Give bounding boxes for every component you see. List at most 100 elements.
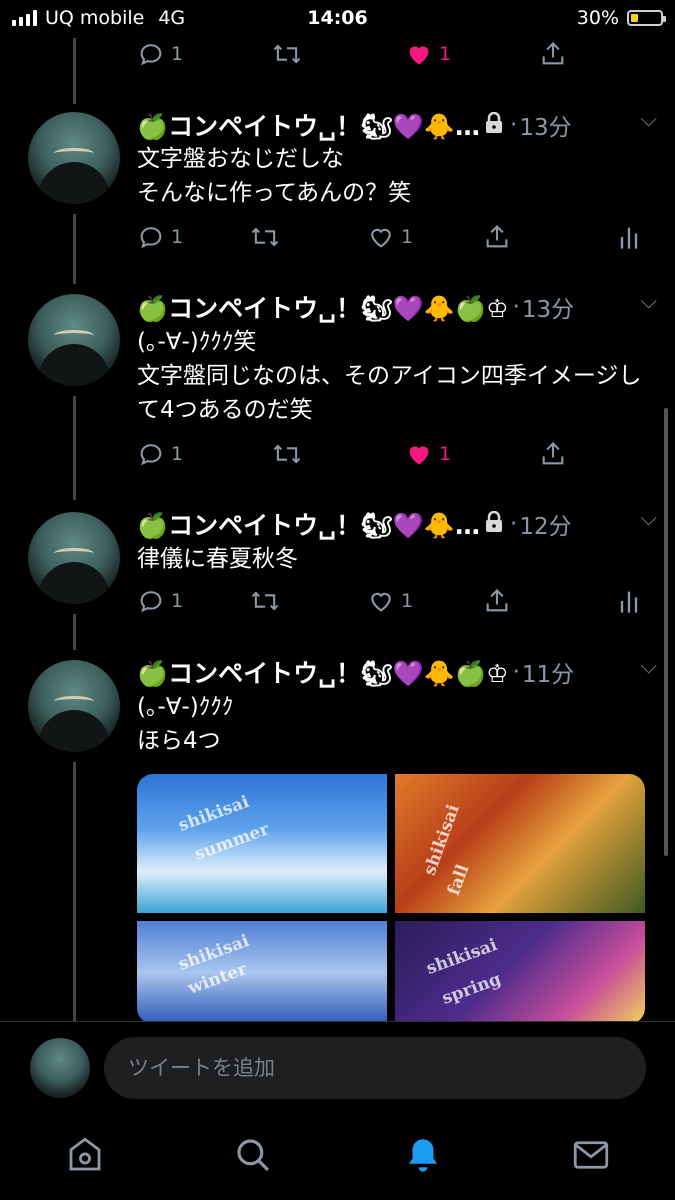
media-image-summer[interactable]: shikisai summer <box>137 774 387 913</box>
scrollbar[interactable] <box>664 408 668 856</box>
separator-dot: · <box>512 659 520 685</box>
share-icon <box>542 442 564 465</box>
share-button[interactable] <box>483 587 511 615</box>
tweet-text: 律儀に春夏秋冬 <box>137 546 298 572</box>
battery-icon <box>627 10 666 26</box>
tab-notifications[interactable] <box>402 1134 444 1180</box>
avatar[interactable] <box>28 112 120 204</box>
messages-icon <box>573 1141 609 1169</box>
retweet-icon <box>273 444 301 464</box>
display-name[interactable]: 🍏コンペイトウ␣！🐿💜🐥… <box>137 506 480 542</box>
display-name[interactable]: 🍏コンペイトウ␣！🐿💜🐥… <box>137 107 480 143</box>
chevron-down-icon[interactable]: ⌵ <box>640 107 657 132</box>
reply-count: 1 <box>171 226 184 248</box>
heart-filled-icon <box>409 446 429 465</box>
tweet-time: 13分 <box>519 115 572 141</box>
tab-bar <box>0 1114 675 1200</box>
media-image-winter[interactable]: shikisai winter <box>137 921 387 1024</box>
chevron-down-icon[interactable]: ⌵ <box>640 506 657 531</box>
share-icon <box>542 42 564 65</box>
avatar[interactable] <box>28 512 120 604</box>
share-button[interactable] <box>539 40 567 68</box>
search-icon <box>237 1139 269 1171</box>
like-button[interactable]: 1 <box>405 40 451 68</box>
like-button[interactable]: 1 <box>405 440 451 468</box>
tweet-text: (｡-∀-)ｸｸｸ ほら4つ <box>137 694 234 754</box>
tweet-text: 文字盤おなじだしな そんなに作ってあんの？笑 <box>137 146 412 206</box>
tab-messages[interactable] <box>570 1134 612 1180</box>
like-button[interactable]: 1 <box>367 587 413 615</box>
retweet-icon <box>251 591 279 611</box>
share-icon <box>486 225 508 248</box>
retweet-icon <box>273 44 301 64</box>
lock-icon <box>484 111 504 138</box>
reply-count: 1 <box>171 590 184 612</box>
reply-button[interactable]: 1 <box>137 223 183 251</box>
tweet-actions: 1 1 <box>137 587 657 623</box>
heart-filled-icon <box>409 46 429 65</box>
retweet-button[interactable] <box>271 440 303 468</box>
reply-button[interactable]: 1 <box>137 40 183 68</box>
display-name[interactable]: 🍏コンペイトウ␣！🐿💜🐥🍏♔ <box>137 654 509 690</box>
share-button[interactable] <box>483 223 511 251</box>
status-bar: UQ mobile 4G 14:06 30% <box>0 0 675 38</box>
retweet-button[interactable] <box>249 587 281 615</box>
thread-line <box>73 614 76 650</box>
tweet-time: 13分 <box>521 297 575 323</box>
tweet-actions: 1 1 <box>137 440 657 476</box>
thread-line <box>73 762 76 1022</box>
tweet-header: 🍏コンペイトウ␣！🐿💜🐥🍏♔ · 13分 ⌵ <box>137 287 657 327</box>
separator-dot: · <box>510 112 518 138</box>
battery-percent: 30% <box>576 7 619 29</box>
reply-count: 1 <box>171 43 184 65</box>
share-icon <box>486 589 508 612</box>
separator-dot: · <box>510 511 518 537</box>
media-grid[interactable]: shikisai summer shikisai fall shikisai w… <box>137 774 645 1024</box>
like-count: 1 <box>401 590 414 612</box>
like-button[interactable]: 1 <box>367 223 413 251</box>
analytics-icon <box>620 227 638 249</box>
chevron-down-icon[interactable]: ⌵ <box>640 654 657 679</box>
reply-button[interactable]: 1 <box>137 587 183 615</box>
tab-search[interactable] <box>232 1134 274 1180</box>
chevron-down-icon[interactable]: ⌵ <box>640 289 657 314</box>
thread-line <box>73 214 76 284</box>
avatar[interactable] <box>30 1038 90 1098</box>
display-name[interactable]: 🍏コンペイトウ␣！🐿💜🐥🍏♔ <box>137 289 509 325</box>
like-count: 1 <box>401 226 414 248</box>
tweet-actions: 1 1 <box>137 40 657 76</box>
retweet-icon <box>251 227 279 247</box>
lock-icon <box>484 510 504 537</box>
tweet-actions: 1 1 <box>137 223 657 259</box>
reply-composer <box>0 1021 675 1115</box>
heart-icon <box>371 592 391 612</box>
share-button[interactable] <box>539 440 567 468</box>
retweet-button[interactable] <box>271 40 303 68</box>
avatar[interactable] <box>28 660 120 752</box>
tweet-header: 🍏コンペイトウ␣！🐿💜🐥… · 12分 ⌵ <box>137 504 657 544</box>
reply-button[interactable]: 1 <box>137 440 183 468</box>
tab-home[interactable] <box>64 1134 106 1180</box>
media-image-fall[interactable]: shikisai fall <box>395 774 645 913</box>
analytics-icon <box>620 591 638 613</box>
analytics-button[interactable] <box>617 587 641 615</box>
avatar[interactable] <box>28 294 120 386</box>
reply-count: 1 <box>171 443 184 465</box>
thread-line <box>73 38 76 104</box>
reply-input[interactable] <box>104 1037 646 1099</box>
tweet-time: 11分 <box>521 662 575 688</box>
tweet-time: 12分 <box>519 514 572 540</box>
media-image-spring[interactable]: shikisai spring <box>395 921 645 1024</box>
thread-line <box>73 396 76 500</box>
notifications-icon <box>409 1139 437 1172</box>
media-caption: fall <box>443 861 474 899</box>
tweet-text: (｡-∀-)ｸｸｸ笑 文字盤同じなのは、そのアイコン四季イメージして4つあるのだ… <box>137 329 642 423</box>
home-icon <box>69 1137 101 1171</box>
like-count: 1 <box>439 43 452 65</box>
like-count: 1 <box>439 443 452 465</box>
reply-icon <box>140 227 162 249</box>
reply-icon <box>140 591 162 613</box>
heart-icon <box>371 228 391 248</box>
retweet-button[interactable] <box>249 223 281 251</box>
analytics-button[interactable] <box>617 223 641 251</box>
